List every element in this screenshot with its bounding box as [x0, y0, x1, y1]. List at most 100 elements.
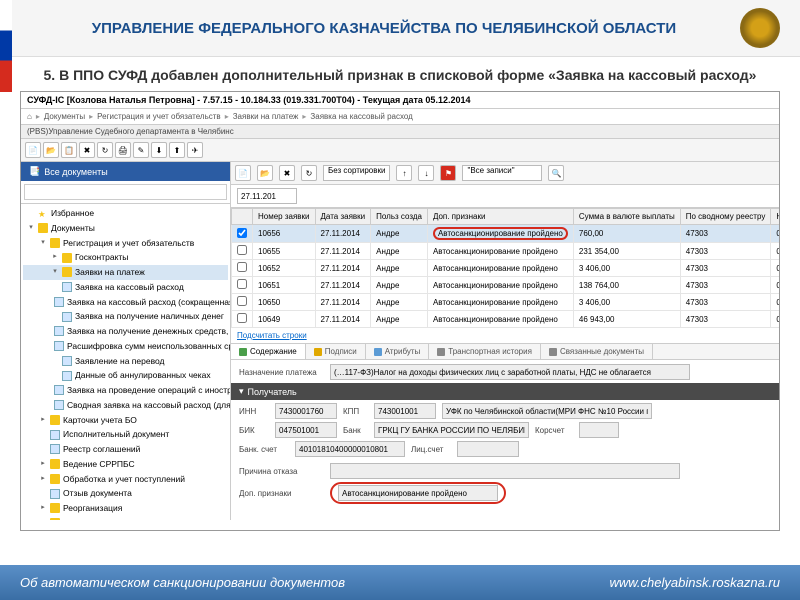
bank-field[interactable] — [374, 422, 529, 438]
tree-item[interactable]: ▸Обработка и учет поступлений — [23, 472, 228, 487]
korschet-field[interactable] — [579, 422, 619, 438]
lic-schet-label: Лиц.счет — [411, 445, 451, 454]
tree-item-label: Расшифровка сумм неиспользованных сред — [67, 340, 230, 353]
section-header-recipient[interactable]: ▾ Получатель — [231, 383, 779, 400]
import-button[interactable]: ⬆ — [169, 142, 185, 158]
sidebar-tab-all-docs[interactable]: 📑 Все документы — [21, 162, 230, 181]
tree-item[interactable]: Заявка на получение наличных денег — [23, 309, 228, 324]
table-cell: 03691473030 — [771, 260, 779, 277]
search-input[interactable] — [24, 184, 227, 200]
send-button[interactable]: ✈ — [187, 142, 203, 158]
column-header[interactable]: По сводному реестру — [680, 209, 771, 225]
tree-item[interactable]: Отзыв документа — [23, 486, 228, 501]
tree-item[interactable]: Заявление на перевод — [23, 354, 228, 369]
tree-item[interactable]: ▸Ведение СРРПБС — [23, 457, 228, 472]
count-rows-link[interactable]: Подсчитать строки — [237, 331, 307, 340]
toolbar-button[interactable]: 📄 — [235, 165, 251, 181]
tree-item[interactable]: Расшифровка сумм неиспользованных сред — [23, 339, 228, 354]
breadcrumb-item[interactable]: Заявка на кассовый расход — [310, 112, 412, 121]
filter-button[interactable]: ⚑ — [440, 165, 456, 181]
column-header[interactable]: Номер заявки — [253, 209, 316, 225]
breadcrumb-item[interactable]: Регистрация и учет обязательств — [97, 112, 221, 121]
row-checkbox[interactable] — [237, 313, 247, 323]
tab-icon — [239, 348, 247, 356]
doc-icon — [54, 341, 64, 351]
export-button[interactable]: ⬇ — [151, 142, 167, 158]
sort-desc-button[interactable]: ↓ — [418, 165, 434, 181]
toolbar-button[interactable]: ✖ — [279, 165, 295, 181]
new-button[interactable]: 📄 — [25, 142, 41, 158]
table-row[interactable]: 1065027.11.2014АндреАвтосанкционирование… — [232, 294, 780, 311]
breadcrumb-item[interactable]: Заявки на платеж — [233, 112, 299, 121]
tree-item[interactable]: Заявка на кассовый расход — [23, 280, 228, 295]
tree-item[interactable]: ▸Госконтракты — [23, 250, 228, 265]
tree-item[interactable]: Данные об аннулированных чеках — [23, 368, 228, 383]
tree-item[interactable]: Реестр соглашений — [23, 442, 228, 457]
table-cell: 47303 — [680, 277, 771, 294]
tree-item[interactable]: ▾Заявки на платеж — [23, 265, 228, 280]
tab-Атрибуты[interactable]: Атрибуты — [366, 344, 430, 359]
tree-item[interactable]: Исполнительный документ — [23, 427, 228, 442]
tab-Связанные документы[interactable]: Связанные документы — [541, 344, 653, 359]
delete-button[interactable]: ✖ — [79, 142, 95, 158]
tab-Содержание[interactable]: Содержание — [231, 344, 306, 359]
tab-icon — [437, 348, 445, 356]
table-row[interactable]: 1065527.11.2014АндреАвтосанкционирование… — [232, 243, 780, 260]
date-filter-input[interactable] — [237, 188, 297, 204]
dop-field[interactable] — [338, 485, 498, 501]
bik-field[interactable] — [275, 422, 337, 438]
print-button[interactable]: 🖨 — [115, 142, 131, 158]
recipient-name-field[interactable] — [442, 403, 652, 419]
slide-footer: Об автоматическом санкционировании докум… — [0, 565, 800, 600]
tree-item[interactable]: Заявка на кассовый расход (сокращенная) — [23, 295, 228, 310]
inn-field[interactable] — [275, 403, 337, 419]
tree-item-label: Обработка и учет поступлений — [63, 473, 185, 486]
toolbar-button[interactable]: 📂 — [257, 165, 273, 181]
table-row[interactable]: 1065227.11.2014АндреАвтосанкционирование… — [232, 260, 780, 277]
tab-Транспортная история[interactable]: Транспортная история — [429, 344, 541, 359]
kpp-field[interactable] — [374, 403, 436, 419]
filter-select[interactable]: "Все записи" — [462, 165, 542, 181]
tree-item[interactable]: ▸Реорганизация — [23, 501, 228, 516]
table-row[interactable]: 1065627.11.2014АндреАвтосанкционирование… — [232, 225, 780, 243]
tree-item[interactable]: ▸Карточки учета БО — [23, 413, 228, 428]
tree-item[interactable]: ▾Документы — [23, 221, 228, 236]
row-checkbox[interactable] — [237, 228, 247, 238]
column-header[interactable]: Дата заявки — [315, 209, 371, 225]
column-header[interactable]: Польз созда — [371, 209, 428, 225]
column-header[interactable]: Сумма в валюте выплаты — [573, 209, 680, 225]
table-row[interactable]: 1064927.11.2014АндреАвтосанкционирование… — [232, 311, 780, 328]
lic-schet-field[interactable] — [457, 441, 519, 457]
table-cell: 27.11.2014 — [315, 243, 371, 260]
row-checkbox[interactable] — [237, 279, 247, 289]
sign-button[interactable]: ✎ — [133, 142, 149, 158]
reason-field[interactable] — [330, 463, 680, 479]
tab-Подписи[interactable]: Подписи — [306, 344, 366, 359]
row-checkbox[interactable] — [237, 296, 247, 306]
open-button[interactable]: 📂 — [43, 142, 59, 158]
refresh-button[interactable]: ↻ — [97, 142, 113, 158]
table-cell: Андре — [371, 225, 428, 243]
tree-item[interactable]: Заявка на получение денежных средств, пе… — [23, 324, 228, 339]
column-header[interactable] — [232, 209, 253, 225]
column-header[interactable]: Доп. признаки — [427, 209, 573, 225]
search-button[interactable]: 🔍 — [548, 165, 564, 181]
bank-schet-field[interactable] — [295, 441, 405, 457]
home-icon[interactable]: ⌂ — [27, 112, 32, 121]
column-header[interactable]: Номер лицевого счёта — [771, 209, 779, 225]
tree-item[interactable]: Заявка на проведение операций с иностр — [23, 383, 228, 398]
nazn-field[interactable] — [330, 364, 690, 380]
tree-item[interactable]: ▸Неисполненные — [23, 516, 228, 520]
copy-button[interactable]: 📋 — [61, 142, 77, 158]
tree-item[interactable]: ▾Регистрация и учет обязательств — [23, 236, 228, 251]
row-checkbox[interactable] — [237, 262, 247, 272]
tree-item[interactable]: ★Избранное — [23, 206, 228, 221]
tree-item[interactable]: Сводная заявка на кассовый расход (для у… — [23, 398, 228, 413]
table-row[interactable]: 1065127.11.2014АндреАвтосанкционирование… — [232, 277, 780, 294]
sort-asc-button[interactable]: ↑ — [396, 165, 412, 181]
row-checkbox[interactable] — [237, 245, 247, 255]
table-cell: 47303 — [680, 260, 771, 277]
breadcrumb-item[interactable]: Документы — [44, 112, 85, 121]
sort-select[interactable]: Без сортировки — [323, 165, 390, 181]
toolbar-button[interactable]: ↻ — [301, 165, 317, 181]
